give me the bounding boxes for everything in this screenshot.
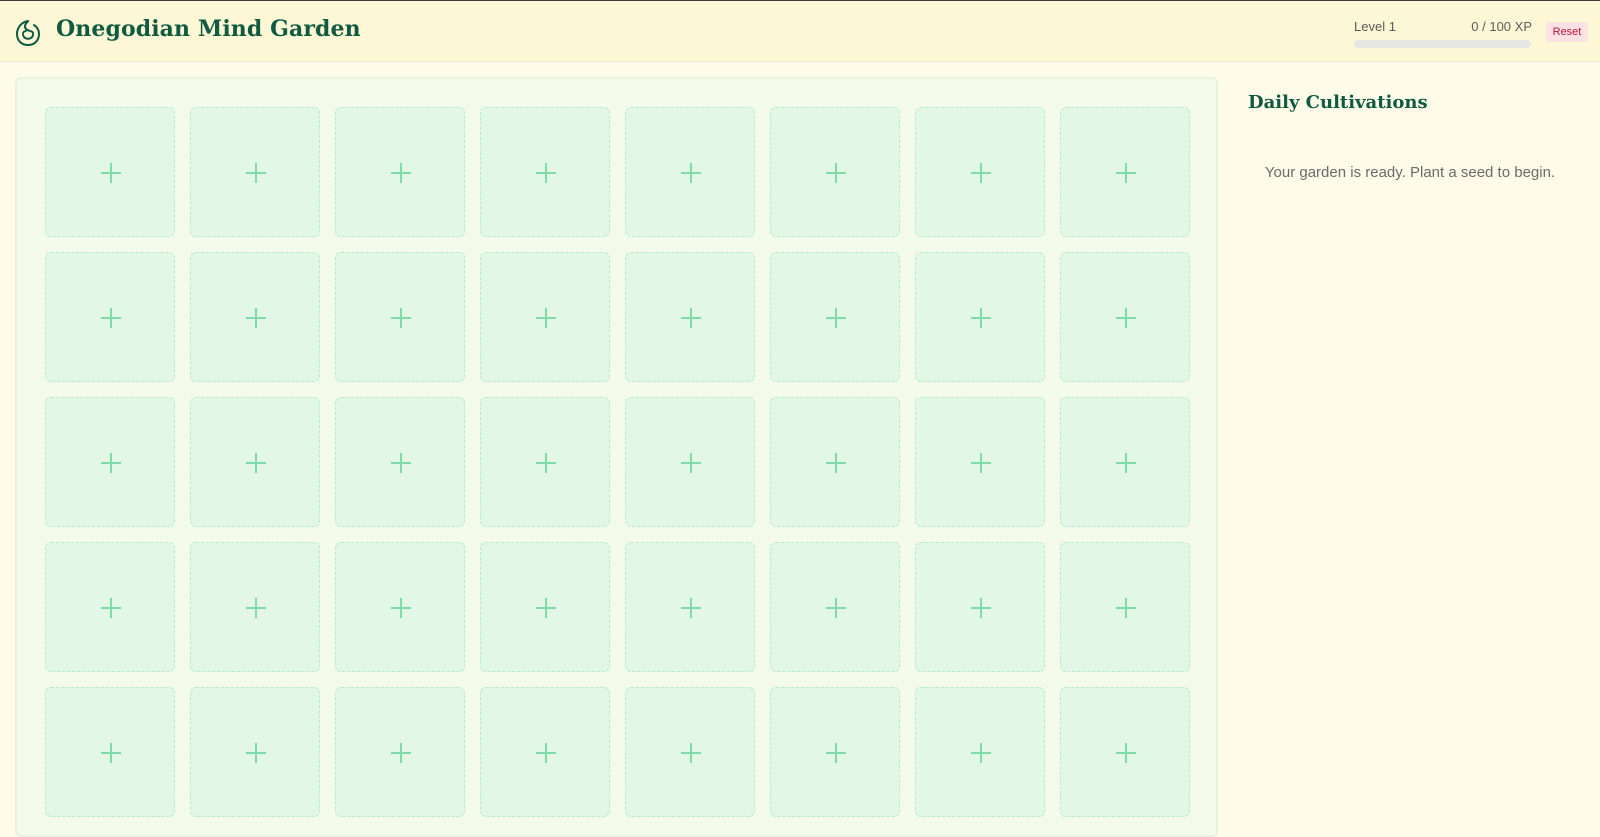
plus-icon	[681, 453, 701, 473]
garden-plot[interactable]	[625, 687, 755, 817]
garden-plot[interactable]	[770, 687, 900, 817]
garden-plot[interactable]	[190, 107, 320, 237]
plus-icon	[971, 163, 991, 183]
xp-label: 0 / 100 XP	[1471, 19, 1532, 34]
garden-plot[interactable]	[915, 687, 1045, 817]
garden-plot[interactable]	[480, 252, 610, 382]
plus-icon	[536, 598, 556, 618]
plus-icon	[536, 308, 556, 328]
garden-plot[interactable]	[335, 542, 465, 672]
plus-icon	[1116, 743, 1136, 763]
garden-plot[interactable]	[335, 397, 465, 527]
garden-plot[interactable]	[45, 397, 175, 527]
garden-grid	[15, 77, 1218, 837]
garden-plot[interactable]	[915, 107, 1045, 237]
plus-icon	[1116, 453, 1136, 473]
garden-plot[interactable]	[335, 687, 465, 817]
plus-icon	[1116, 163, 1136, 183]
garden-plot[interactable]	[770, 397, 900, 527]
plus-icon	[101, 308, 121, 328]
garden-plot[interactable]	[1060, 687, 1190, 817]
app-title: Onegodian Mind Garden	[56, 16, 361, 42]
xp-progress-bar	[1354, 40, 1531, 48]
garden-plot[interactable]	[190, 542, 320, 672]
plus-icon	[826, 308, 846, 328]
garden-plot[interactable]	[770, 542, 900, 672]
plus-icon	[246, 163, 266, 183]
garden-plot[interactable]	[625, 397, 755, 527]
garden-plot[interactable]	[1060, 107, 1190, 237]
plus-icon	[536, 743, 556, 763]
plus-icon	[826, 453, 846, 473]
garden-plot[interactable]	[45, 687, 175, 817]
plus-icon	[391, 743, 411, 763]
plus-icon	[971, 453, 991, 473]
garden-plot[interactable]	[625, 252, 755, 382]
garden-plot[interactable]	[335, 252, 465, 382]
plus-icon	[391, 163, 411, 183]
plus-icon	[681, 743, 701, 763]
garden-plot[interactable]	[480, 107, 610, 237]
garden-plot[interactable]	[480, 687, 610, 817]
daily-cultivations-title: Daily Cultivations	[1248, 92, 1428, 113]
garden-plot[interactable]	[625, 542, 755, 672]
plus-icon	[246, 308, 266, 328]
plus-icon	[1116, 308, 1136, 328]
plus-icon	[681, 163, 701, 183]
plus-icon	[826, 163, 846, 183]
reset-button[interactable]: Reset	[1546, 22, 1588, 42]
plus-icon	[536, 163, 556, 183]
garden-plot[interactable]	[45, 252, 175, 382]
sprout-swirl-icon	[15, 20, 41, 47]
level-label: Level 1	[1354, 19, 1396, 34]
garden-plot[interactable]	[770, 107, 900, 237]
plus-icon	[246, 598, 266, 618]
plus-icon	[826, 598, 846, 618]
plus-icon	[101, 453, 121, 473]
garden-plot[interactable]	[480, 542, 610, 672]
plus-icon	[971, 308, 991, 328]
plus-icon	[391, 453, 411, 473]
plus-icon	[101, 743, 121, 763]
plus-icon	[681, 308, 701, 328]
plus-icon	[246, 743, 266, 763]
garden-plot[interactable]	[45, 542, 175, 672]
garden-plot[interactable]	[625, 107, 755, 237]
garden-plot[interactable]	[190, 397, 320, 527]
plus-icon	[536, 453, 556, 473]
plus-icon	[101, 598, 121, 618]
plus-icon	[391, 598, 411, 618]
garden-plot[interactable]	[1060, 397, 1190, 527]
garden-plot[interactable]	[1060, 542, 1190, 672]
plus-icon	[971, 598, 991, 618]
plus-icon	[101, 163, 121, 183]
garden-plot[interactable]	[915, 252, 1045, 382]
plus-icon	[681, 598, 701, 618]
plus-icon	[1116, 598, 1136, 618]
plus-icon	[826, 743, 846, 763]
plus-icon	[971, 743, 991, 763]
garden-plot[interactable]	[45, 107, 175, 237]
empty-state-message: Your garden is ready. Plant a seed to be…	[1264, 164, 1556, 181]
app-header: Onegodian Mind Garden Level 1 0 / 100 XP…	[0, 0, 1600, 62]
garden-plot[interactable]	[1060, 252, 1190, 382]
garden-plot[interactable]	[190, 687, 320, 817]
garden-plot[interactable]	[190, 252, 320, 382]
plus-icon	[391, 308, 411, 328]
garden-plot[interactable]	[915, 397, 1045, 527]
garden-plot[interactable]	[770, 252, 900, 382]
plus-icon	[246, 453, 266, 473]
garden-plot[interactable]	[480, 397, 610, 527]
garden-plot[interactable]	[915, 542, 1045, 672]
garden-plot[interactable]	[335, 107, 465, 237]
